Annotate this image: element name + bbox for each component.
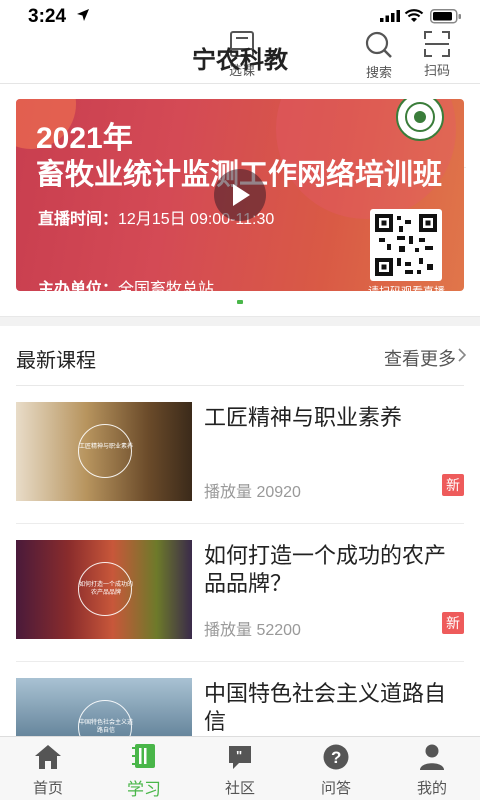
course-title: 中国特色社会主义道路自信 [204, 681, 447, 734]
question-icon: ? [323, 744, 349, 770]
user-icon [420, 744, 444, 770]
tab-study[interactable]: 学习 [96, 741, 192, 800]
svg-text:": " [236, 748, 242, 763]
banner-organizer: 主办单位：全国畜牧总站 [38, 275, 214, 291]
course-title: 工匠精神与职业素养 [204, 405, 403, 430]
tab-label: 社区 [224, 780, 255, 797]
course-item[interactable]: 工匠精神与职业素养 工匠精神与职业素养 播放量 20920 新 [16, 386, 464, 524]
bottom-tab-bar: 首页 学习 " 社区 ? 问答 我的 [0, 736, 480, 800]
chat-bubble-icon: " [229, 746, 251, 769]
live-time-label: 直播时间： [38, 211, 119, 228]
thumbnail-text: 如何打造一个成功的农产品品牌 [79, 582, 134, 596]
search-icon [365, 31, 392, 58]
scan-icon [424, 31, 450, 57]
course-thumbnail: 如何打造一个成功的农产品品牌 [16, 540, 192, 639]
course-thumbnail: 工匠精神与职业素养 [16, 402, 192, 501]
organizer-value: 全国畜牧总站 [118, 281, 215, 291]
latest-courses-header: 最新课程 查看更多 [16, 326, 466, 386]
thumbnail-emblem: 工匠精神与职业素养 [78, 424, 134, 478]
tab-label: 我的 [416, 780, 447, 797]
qr-caption: 请扫码观看直播 [368, 283, 445, 291]
search-button[interactable]: 搜索 [354, 30, 404, 80]
cellular-signal-icon [380, 10, 400, 22]
status-time: 3:24 [28, 6, 67, 27]
thumbnail-text: 中国特色社会主义道路自信 [79, 720, 134, 734]
notebook-icon [132, 744, 155, 768]
play-icon [233, 184, 250, 206]
qr-code [370, 209, 442, 281]
play-button[interactable] [214, 169, 266, 221]
search-label: 搜索 [365, 65, 392, 80]
tab-qa[interactable]: ? 问答 [288, 741, 384, 800]
view-more-link[interactable]: 查看更多 [384, 345, 456, 371]
scan-button[interactable]: 扫码 [412, 30, 462, 80]
wifi-icon [404, 9, 424, 22]
organizer-label: 主办单位： [38, 281, 119, 291]
play-count: 播放量 52200 [204, 622, 301, 639]
new-badge: 新 [442, 474, 464, 496]
course-item[interactable]: 如何打造一个成功的农产品品牌 如何打造一个成功的农产品品牌？ 播放量 52200… [16, 524, 464, 662]
scan-label: 扫码 [423, 63, 450, 78]
organization-logo [396, 99, 444, 141]
home-icon [35, 745, 61, 769]
section-title: 最新课程 [16, 350, 96, 372]
tab-label: 学习 [127, 780, 161, 799]
location-arrow-icon [77, 9, 89, 21]
thumbnail-text: 工匠精神与职业素养 [79, 444, 134, 450]
section-divider [0, 316, 480, 326]
tab-me[interactable]: 我的 [384, 741, 480, 800]
svg-text:?: ? [331, 748, 341, 767]
thumbnail-emblem: 如何打造一个成功的农产品品牌 [78, 562, 134, 616]
new-badge: 新 [442, 612, 464, 634]
page-title: 宁农科教 [192, 47, 288, 74]
tab-community[interactable]: " 社区 [192, 741, 288, 800]
carousel-indicator [237, 300, 243, 304]
battery-icon [430, 9, 461, 24]
status-bar: 3:24 [0, 0, 480, 32]
play-count: 播放量 20920 [204, 484, 301, 501]
chevron-right-icon [458, 348, 466, 362]
tab-home[interactable]: 首页 [0, 741, 96, 800]
app-header: 选课 宁农科教 搜索 扫码 [0, 30, 480, 168]
course-title: 如何打造一个成功的农产品品牌？ [204, 543, 447, 596]
tab-label: 首页 [32, 780, 63, 797]
tab-label: 问答 [320, 780, 351, 797]
banner-carousel[interactable]: 2021年 畜牧业统计监测工作网络培训班 直播时间：12月15日 09:00-1… [16, 99, 464, 291]
